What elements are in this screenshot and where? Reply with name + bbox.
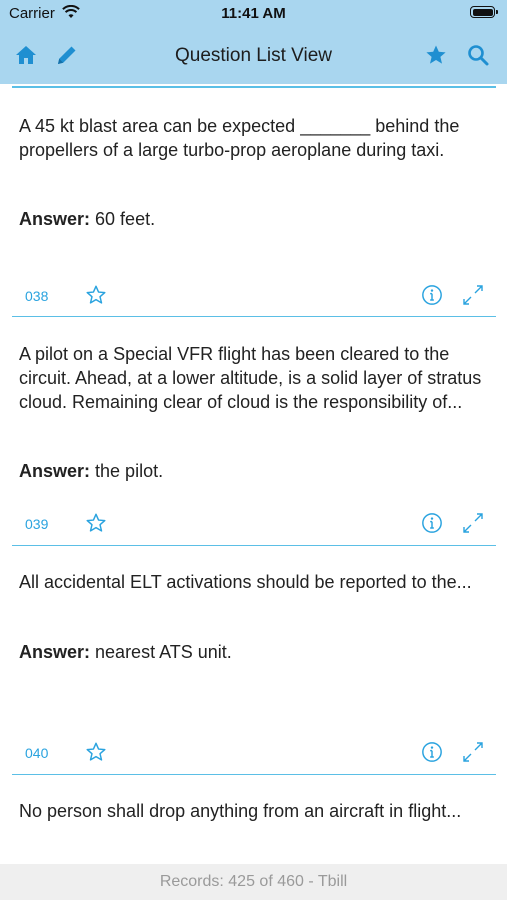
info-icon[interactable]	[421, 284, 443, 306]
answer-label: Answer:	[19, 642, 91, 662]
question-card: No person shall drop anything from an ai…	[12, 775, 496, 864]
question-number[interactable]: 040	[25, 745, 48, 761]
answer-label: Answer:	[19, 461, 91, 481]
question-number[interactable]: 038	[25, 288, 48, 304]
records-footer: Records: 425 of 460 - Tbill	[0, 864, 507, 900]
question-card: A 45 kt blast area can be expected _____…	[12, 88, 496, 317]
info-icon[interactable]	[421, 741, 443, 763]
answer-text: 60 feet.	[95, 209, 156, 229]
question-text: A pilot on a Special VFR flight has been…	[19, 344, 482, 412]
star-outline-icon[interactable]	[85, 741, 107, 763]
favorites-star-icon[interactable]	[424, 43, 448, 67]
question-number[interactable]: 039	[25, 516, 48, 532]
answer-text: the pilot.	[95, 461, 164, 481]
top-bar: Carrier 11:41 AM Question List View	[0, 0, 507, 84]
star-outline-icon[interactable]	[85, 284, 107, 306]
nav-bar: Question List View	[0, 28, 507, 84]
answer-label: Answer:	[19, 209, 91, 229]
info-icon[interactable]	[421, 512, 443, 534]
answer-text: nearest ATS unit.	[95, 642, 232, 662]
question-list[interactable]: A 45 kt blast area can be expected _____…	[0, 84, 507, 864]
question-card: All accidental ELT activations should be…	[12, 546, 496, 775]
expand-icon[interactable]	[461, 511, 485, 535]
answer-line: Answer: the pilot.	[19, 459, 486, 483]
clock: 11:41 AM	[221, 5, 286, 22]
expand-icon[interactable]	[461, 740, 485, 764]
question-text: A 45 kt blast area can be expected _____…	[19, 116, 460, 160]
answer-line: Answer: 60 feet.	[19, 207, 486, 231]
star-outline-icon[interactable]	[85, 512, 107, 534]
search-icon[interactable]	[466, 43, 490, 67]
question-text: No person shall drop anything from an ai…	[19, 801, 462, 821]
status-bar: Carrier 11:41 AM	[0, 0, 507, 28]
expand-icon[interactable]	[461, 283, 485, 307]
question-text: All accidental ELT activations should be…	[19, 572, 472, 592]
question-card: A pilot on a Special VFR flight has been…	[12, 317, 496, 546]
battery-icon	[470, 6, 498, 18]
answer-line: Answer: nearest ATS unit.	[19, 640, 486, 664]
